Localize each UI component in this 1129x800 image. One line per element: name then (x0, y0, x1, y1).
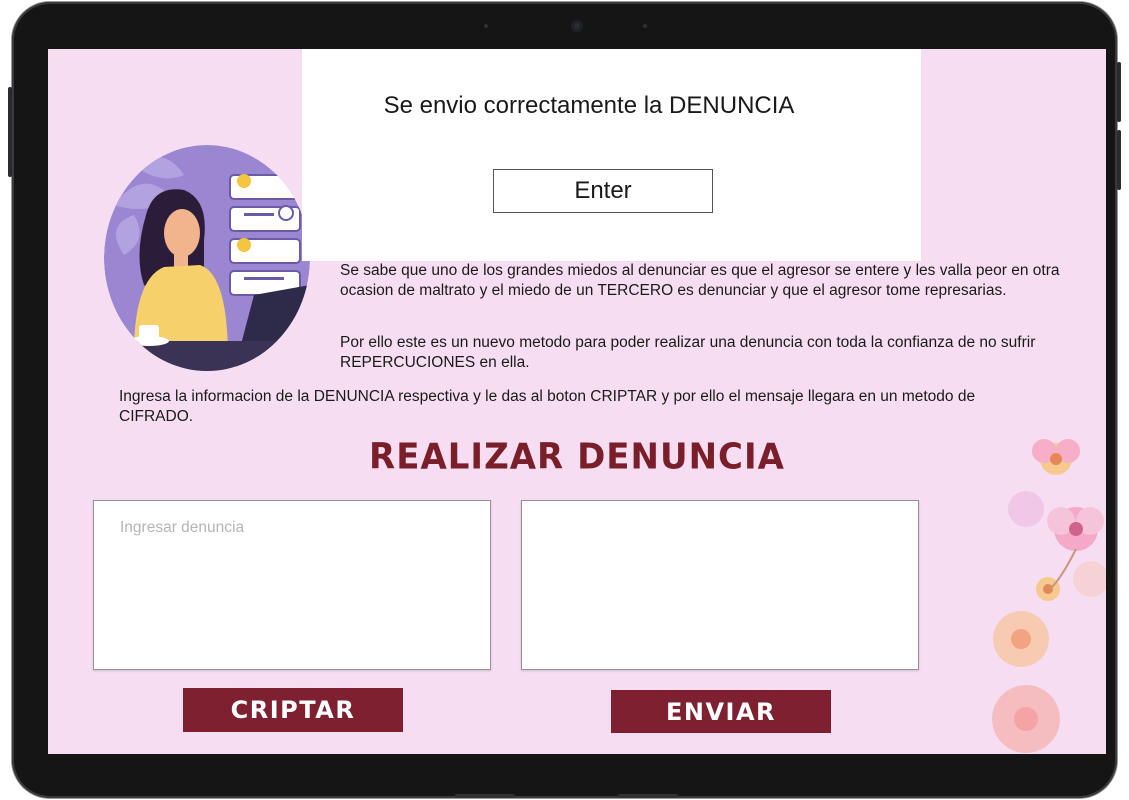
criptar-button[interactable]: CRIPTAR (183, 688, 403, 732)
bottom-tab-right (618, 794, 678, 798)
side-button-right-bottom (1117, 130, 1121, 190)
tablet-frame: Se sabe que uno de los grandes miedos al… (8, 2, 1121, 798)
sensor-left (484, 24, 488, 28)
camera-icon (571, 20, 583, 32)
side-button-right-top (1117, 62, 1121, 122)
illustration-graphic (104, 145, 310, 371)
side-button-left (8, 87, 12, 177)
flowers-decoration (992, 439, 1106, 753)
instructions-text: Ingresa la informacion de la DENUNCIA re… (119, 388, 976, 425)
intro-paragraph-2: Por ello este es un nuevo metodo para po… (340, 334, 1036, 371)
success-message: Se envio correctamente la DENUNCIA (383, 92, 795, 119)
form-title: REALIZAR DENUNCIA (369, 436, 785, 478)
success-dialog: Se envio correctamente la DENUNCIA Enter (302, 49, 921, 261)
app-screen: Se sabe que uno de los grandes miedos al… (48, 49, 1106, 754)
denuncia-input[interactable]: Ingresar denuncia (93, 500, 491, 670)
woman-on-phone-illustration (104, 145, 310, 371)
bottom-tab-left (455, 794, 515, 798)
encrypted-output-box[interactable] (521, 500, 919, 670)
enter-button[interactable]: Enter (493, 169, 713, 213)
enviar-button[interactable]: ENVIAR (611, 690, 831, 733)
sensor-right (643, 24, 647, 28)
intro-paragraph-1: Se sabe que uno de los grandes miedos al… (340, 262, 1060, 299)
denuncia-input-placeholder: Ingresar denuncia (120, 519, 245, 536)
